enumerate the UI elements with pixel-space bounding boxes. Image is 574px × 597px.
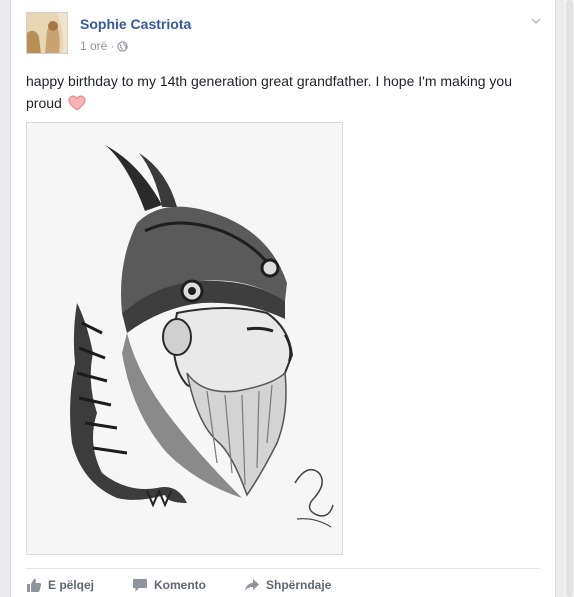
post-timestamp[interactable]: 1 orë	[80, 39, 107, 53]
actions-divider	[26, 568, 540, 569]
comment-button[interactable]: Komento	[132, 577, 206, 593]
heart-icon	[68, 95, 86, 111]
post-body: happy birthday to my 14th generation gre…	[26, 70, 546, 114]
scrollbar[interactable]	[564, 0, 574, 597]
post-meta: 1 orë ·	[80, 39, 129, 53]
meta-separator: ·	[110, 39, 115, 53]
scrollbar-thumb[interactable]	[566, 0, 573, 597]
post-card: Sophie Castriota 1 orë · happy birthday …	[10, 0, 556, 597]
post-text: happy birthday to my 14th generation gre…	[26, 73, 512, 111]
comment-icon	[133, 579, 148, 592]
post-photo[interactable]	[26, 122, 343, 555]
share-arrow-icon	[245, 579, 260, 591]
share-label: Shpërndaje	[266, 578, 332, 592]
author-name-link[interactable]: Sophie Castriota	[80, 16, 191, 32]
like-button[interactable]: E pëlqej	[26, 577, 94, 593]
skanderbeg-sketch-image	[27, 123, 342, 554]
like-label: E pëlqej	[48, 578, 95, 592]
share-button[interactable]: Shpërndaje	[244, 577, 331, 593]
comment-label: Komento	[154, 578, 207, 592]
thumbs-up-icon	[27, 578, 42, 592]
post-actions-bar: E pëlqej Komento Shpërndaje	[26, 574, 369, 596]
globe-icon[interactable]	[117, 40, 129, 52]
author-avatar[interactable]	[26, 12, 68, 54]
chevron-down-icon[interactable]	[529, 14, 543, 28]
